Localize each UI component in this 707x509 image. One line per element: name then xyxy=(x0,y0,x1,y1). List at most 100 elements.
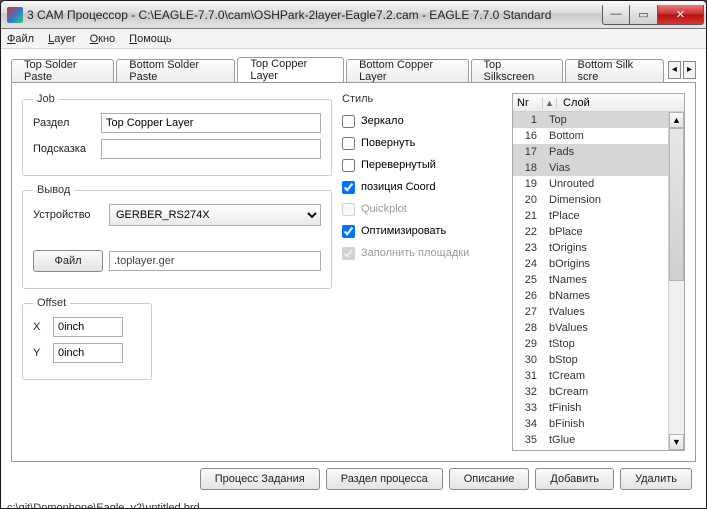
offset-y-label: Y xyxy=(33,347,47,359)
tab-top-solder-paste[interactable]: Top Solder Paste xyxy=(11,59,114,82)
close-button[interactable]: ✕ xyxy=(658,5,704,25)
layer-name: bStop xyxy=(543,354,668,366)
layer-nr: 22 xyxy=(513,226,543,238)
layer-name: bOrigins xyxy=(543,258,668,270)
add-button[interactable]: Добавить xyxy=(535,468,614,490)
layer-nr: 35 xyxy=(513,434,543,446)
layer-name: tCream xyxy=(543,370,668,382)
layer-row[interactable]: 16Bottom xyxy=(513,128,668,144)
file-button[interactable]: Файл xyxy=(33,250,103,272)
device-select[interactable]: GERBER_RS274X xyxy=(109,204,321,226)
status-bar: c:\git\Domophone\Eagle_v2\untitled.brd xyxy=(1,500,706,509)
pos-label: позиция Coord xyxy=(361,181,436,193)
layer-row[interactable]: 26bNames xyxy=(513,288,668,304)
layer-row[interactable]: 34bFinish xyxy=(513,416,668,432)
layer-row[interactable]: 35tGlue xyxy=(513,432,668,448)
layer-name: tNames xyxy=(543,274,668,286)
scroll-thumb[interactable] xyxy=(669,128,684,281)
offset-y-input[interactable] xyxy=(53,343,123,363)
layer-nr: 29 xyxy=(513,338,543,350)
pos-checkbox[interactable] xyxy=(342,181,355,194)
layer-name: tValues xyxy=(543,306,668,318)
layer-row[interactable]: 18Vias xyxy=(513,160,668,176)
layer-nr: 24 xyxy=(513,258,543,270)
tab-top-copper-layer[interactable]: Top Copper Layer xyxy=(237,57,344,82)
layer-name: tPlace xyxy=(543,210,668,222)
upside-checkbox[interactable] xyxy=(342,159,355,172)
process-section-button[interactable]: Раздел процесса xyxy=(326,468,443,490)
tab-bottom-solder-paste[interactable]: Bottom Solder Paste xyxy=(116,59,235,82)
layer-nr: 34 xyxy=(513,418,543,430)
mirror-checkbox[interactable] xyxy=(342,115,355,128)
process-job-button[interactable]: Процесс Задания xyxy=(200,468,320,490)
tab-scroll-left-icon[interactable]: ◂ xyxy=(668,61,681,79)
layer-row[interactable]: 17Pads xyxy=(513,144,668,160)
layers-col-nr[interactable]: Nr xyxy=(513,97,543,109)
style-legend: Стиль xyxy=(342,93,373,105)
layer-row[interactable]: 32bCream xyxy=(513,384,668,400)
sort-icon[interactable]: ▲ xyxy=(543,98,557,108)
minimize-button[interactable]: — xyxy=(602,5,630,25)
offset-x-input[interactable] xyxy=(53,317,123,337)
layers-scrollbar[interactable]: ▲ ▼ xyxy=(668,112,684,450)
layer-row[interactable]: 28bValues xyxy=(513,320,668,336)
tab-panel: Job Раздел Подсказка Вывод Устройство xyxy=(11,82,696,462)
optimize-checkbox[interactable] xyxy=(342,225,355,238)
description-button[interactable]: Описание xyxy=(449,468,530,490)
tab-bottom-copper-layer[interactable]: Bottom Copper Layer xyxy=(346,59,468,82)
layer-row[interactable]: 20Dimension xyxy=(513,192,668,208)
quickplot-checkbox xyxy=(342,203,355,216)
layer-name: Top xyxy=(543,114,668,126)
file-input[interactable] xyxy=(109,251,321,271)
maximize-button[interactable]: ▭ xyxy=(630,5,658,25)
layer-row[interactable]: 22bPlace xyxy=(513,224,668,240)
upside-label: Перевернутый xyxy=(361,159,436,171)
layer-name: Vias xyxy=(543,162,668,174)
job-legend: Job xyxy=(33,93,59,105)
tab-row: Top Solder PasteBottom Solder PasteTop C… xyxy=(11,57,696,82)
layer-row[interactable]: 29tStop xyxy=(513,336,668,352)
section-input[interactable] xyxy=(101,113,321,133)
layer-row[interactable]: 19Unrouted xyxy=(513,176,668,192)
layer-name: bNames xyxy=(543,290,668,302)
layer-nr: 17 xyxy=(513,146,543,158)
window-title: 3 CAM Процессор - C:\EAGLE-7.7.0\cam\OSH… xyxy=(27,8,602,22)
layer-row[interactable]: 31tCream xyxy=(513,368,668,384)
layer-row[interactable]: 23tOrigins xyxy=(513,240,668,256)
layer-nr: 33 xyxy=(513,402,543,414)
scroll-down-icon[interactable]: ▼ xyxy=(669,434,684,450)
layer-row[interactable]: 24bOrigins xyxy=(513,256,668,272)
layer-name: bValues xyxy=(543,322,668,334)
offset-legend: Offset xyxy=(33,297,70,309)
layer-row[interactable]: 25tNames xyxy=(513,272,668,288)
menu-help[interactable]: Помощь xyxy=(129,33,172,45)
layer-row[interactable]: 1Top xyxy=(513,112,668,128)
delete-button[interactable]: Удалить xyxy=(620,468,692,490)
layer-row[interactable]: 21tPlace xyxy=(513,208,668,224)
layer-nr: 27 xyxy=(513,306,543,318)
layers-list[interactable]: Nr ▲ Слой 1Top16Bottom17Pads18Vias19Unro… xyxy=(512,93,685,451)
style-group: Стиль Зеркало Повернуть Перевернутый поз… xyxy=(342,93,502,265)
layers-col-name[interactable]: Слой xyxy=(557,97,668,109)
layer-name: bFinish xyxy=(543,418,668,430)
hint-label: Подсказка xyxy=(33,143,95,155)
tab-bottom-silk-scre[interactable]: Bottom Silk scre xyxy=(565,59,664,82)
layer-row[interactable]: 33tFinish xyxy=(513,400,668,416)
layer-nr: 26 xyxy=(513,290,543,302)
layer-nr: 21 xyxy=(513,210,543,222)
scroll-up-icon[interactable]: ▲ xyxy=(669,112,684,128)
mirror-label: Зеркало xyxy=(361,115,404,127)
layer-name: bCream xyxy=(543,386,668,398)
layer-row[interactable]: 30bStop xyxy=(513,352,668,368)
menu-file[interactable]: Файл xyxy=(7,33,34,45)
rotate-checkbox[interactable] xyxy=(342,137,355,150)
tab-scroll-right-icon[interactable]: ▸ xyxy=(683,61,696,79)
tab-top-silkscreen[interactable]: Top Silkscreen xyxy=(471,59,563,82)
layer-row[interactable]: 27tValues xyxy=(513,304,668,320)
menu-window[interactable]: Окно xyxy=(90,33,116,45)
layer-nr: 1 xyxy=(513,114,543,126)
menu-layer[interactable]: Layer xyxy=(48,33,76,45)
hint-input[interactable] xyxy=(101,139,321,159)
layer-nr: 23 xyxy=(513,242,543,254)
layer-name: tStop xyxy=(543,338,668,350)
